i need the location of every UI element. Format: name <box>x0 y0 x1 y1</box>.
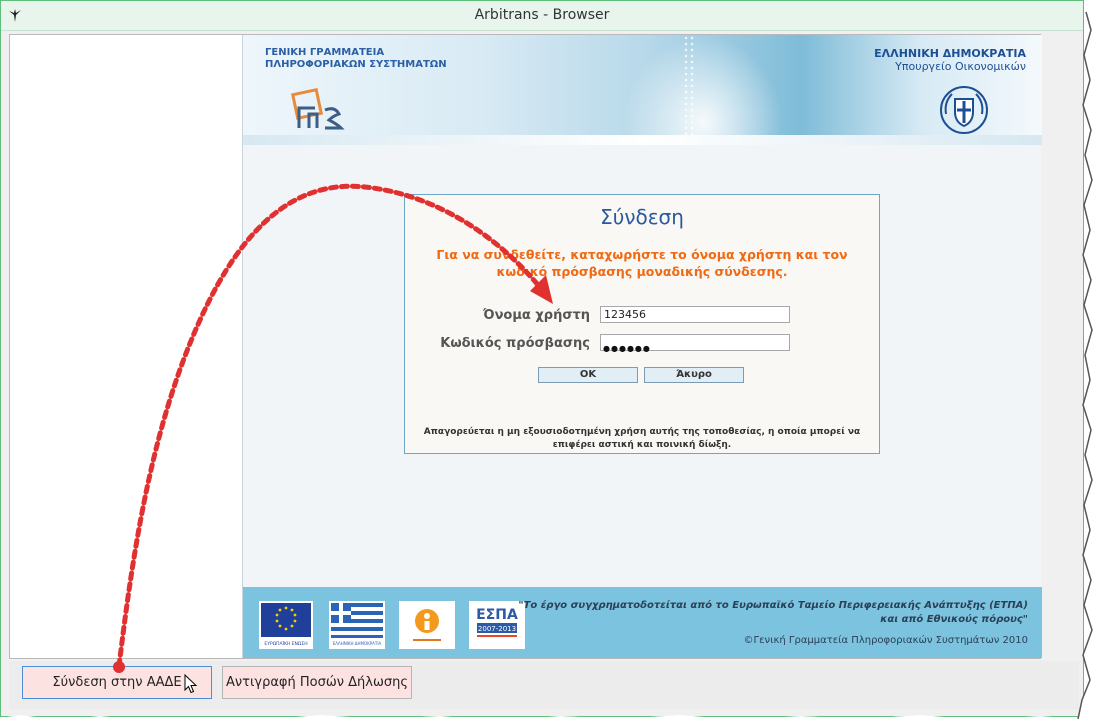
unauthorized-use-disclaimer: Απαγορεύεται η μη εξουσιοδοτημένη χρήση … <box>423 427 861 450</box>
espa-years: 2007-2013 <box>478 625 516 633</box>
app-window: Arbitrans - Browser ΓΕΝΙΚΗ ΓΡΑΜΜΑΤΕΙΑ ΠΛ… <box>0 0 1084 717</box>
espa-label: ΕΣΠΑ <box>476 607 518 623</box>
funding-line1: "Το έργο συγχρηματοδοτείται από το Ευρωπ… <box>518 600 1028 611</box>
login-title: Σύνδεση <box>600 205 684 229</box>
greek-flag-label: ΕΛΛΗΝΙΚΗ ΔΗΜΟΚΡΑΤΙΑ <box>333 641 382 646</box>
gov-line2: Υπουργείο Οικονομικών <box>895 60 1026 73</box>
header-light-streak <box>623 35 783 145</box>
copy-declaration-amounts-button[interactable]: Αντιγραφή Ποσών Δήλωσης <box>222 666 412 699</box>
gsis-org-name: ΓΕΝΙΚΗ ΓΡΑΜΜΑΤΕΙΑ ΠΛΗΡΟΦΟΡΙΑΚΩΝ ΣΥΣΤΗΜΑΤ… <box>265 47 447 71</box>
gsis-org-line1: ΓΕΝΙΚΗ ΓΡΑΜΜΑΤΕΙΑ <box>265 47 385 58</box>
funding-statement: "Το έργο συγχρηματοδοτείται από το Ευρωπ… <box>518 599 1028 627</box>
mouse-cursor-icon <box>184 674 198 694</box>
username-input[interactable] <box>600 306 790 323</box>
programme-logo-icon <box>399 601 455 649</box>
password-input[interactable] <box>600 334 790 351</box>
gov-name: ΕΛΛΗΝΙΚΗ ΔΗΜΟΚΡΑΤΙΑ Υπουργείο Οικονομικώ… <box>874 47 1026 73</box>
gsis-logo-icon <box>290 88 345 130</box>
gov-line1: ΕΛΛΗΝΙΚΗ ΔΗΜΟΚΡΑΤΙΑ <box>874 47 1026 60</box>
copyright-text: ©Γενική Γραμματεία Πληροφοριακών Συστημά… <box>743 635 1028 646</box>
eu-flag-icon: ΕΥΡΩΠΑΪΚΗ ΕΝΩΣΗ <box>259 601 313 649</box>
site-footer: ΕΥΡΩΠΑΪΚΗ ΕΝΩΣΗ ΕΛΛΗΝΙΚΗ ΔΗΜΟΚΡΑΤΙΑ ΕΣΠΑ… <box>243 587 1042 658</box>
cancel-button[interactable]: Άκυρο <box>644 367 744 383</box>
bottom-toolbar: Σύνδεση στην ΑΑΔΕ Αντιγραφή Ποσών Δήλωση… <box>9 661 1079 709</box>
login-instructions: Για να συνδεθείτε, καταχωρήστε το όνομα … <box>436 247 848 279</box>
header-bottom-band <box>243 135 1042 145</box>
eu-flag-label: ΕΥΡΩΠΑΪΚΗ ΕΝΩΣΗ <box>264 640 307 647</box>
login-form: Σύνδεση Για να συνδεθείτε, καταχωρήστε τ… <box>404 194 880 454</box>
greek-emblem-icon <box>940 86 988 134</box>
ok-button[interactable]: ΟΚ <box>538 367 638 383</box>
password-label: Κωδικός πρόσβασης <box>440 336 590 351</box>
funding-line2: και από Εθνικούς πόρους" <box>880 614 1028 625</box>
gsis-org-line2: ΠΛΗΡΟΦΟΡΙΑΚΩΝ ΣΥΣΤΗΜΑΤΩΝ <box>265 59 447 70</box>
window-title: Arbitrans - Browser <box>474 7 610 23</box>
site-header: ΓΕΝΙΚΗ ΓΡΑΜΜΑΤΕΙΑ ΠΛΗΡΟΦΟΡΙΑΚΩΝ ΣΥΣΤΗΜΑΤ… <box>243 35 1042 145</box>
gsis-site: ΓΕΝΙΚΗ ΓΡΑΜΜΑΤΕΙΑ ΠΛΗΡΟΦΟΡΙΑΚΩΝ ΣΥΣΤΗΜΑΤ… <box>242 35 1042 658</box>
header-dot-pattern <box>683 35 695 145</box>
greek-flag-icon: ΕΛΛΗΝΙΚΗ ΔΗΜΟΚΡΑΤΙΑ <box>329 601 385 649</box>
espa-logo-icon: ΕΣΠΑ 2007-2013 <box>469 601 525 649</box>
browser-viewport[interactable]: ΓΕΝΙΚΗ ΓΡΑΜΜΑΤΕΙΑ ΠΛΗΡΟΦΟΡΙΑΚΩΝ ΣΥΣΤΗΜΑΤ… <box>9 34 1042 659</box>
username-label: Όνομα χρήστη <box>482 308 590 323</box>
title-bar[interactable]: Arbitrans - Browser <box>1 1 1083 31</box>
